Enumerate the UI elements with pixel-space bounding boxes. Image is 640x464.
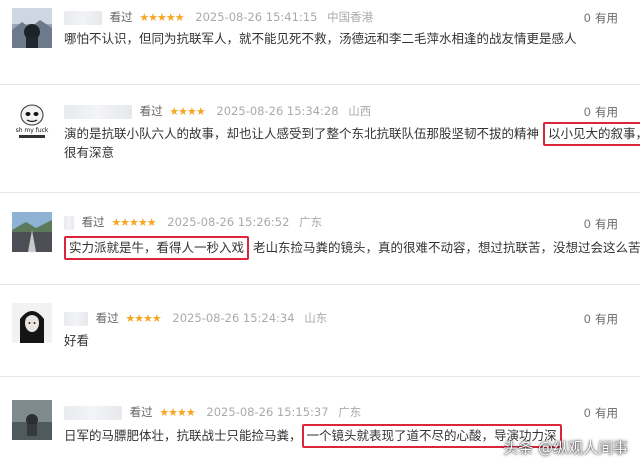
divider (0, 192, 640, 193)
review-text: 很有深意 (64, 142, 114, 164)
rating-stars: ★★★★ (125, 312, 161, 325)
review-time: 2025-08-26 15:34:28 (216, 104, 339, 118)
review-text-part: 日军的马膘肥体壮，抗联战士只能捡马粪， (64, 428, 302, 443)
review-text: 演的是抗联小队六人的故事，却也让人感受到了整个东北抗联队伍那股坚韧不拔的精神 以… (64, 122, 640, 146)
rating-stars: ★★★★ (169, 105, 205, 118)
helpful-button[interactable]: 0 有用 (584, 104, 618, 120)
avatar[interactable] (12, 400, 52, 440)
watched-label: 看过 (129, 405, 153, 419)
watched-label: 看过 (95, 311, 119, 325)
review-location: 山东 (304, 311, 328, 325)
review-text: 日军的马膘肥体壮，抗联战士只能捡马粪， 一个镜头就表现了道不尽的心酸，导演功力深 (64, 424, 562, 448)
review-location: 山西 (348, 104, 372, 118)
review-location: 广东 (338, 405, 362, 419)
watched-label: 看过 (139, 104, 163, 118)
watermark: 头条 @纵观人间事 (503, 439, 628, 457)
rating-stars: ★★★★★ (139, 11, 184, 24)
username[interactable] (64, 405, 122, 420)
divider (0, 84, 640, 85)
username[interactable] (64, 215, 74, 230)
watched-label: 看过 (81, 215, 105, 229)
rating-stars: ★★★★★ (111, 216, 156, 229)
helpful-label: 有用 (595, 217, 618, 231)
divider (0, 376, 640, 377)
avatar[interactable] (12, 8, 52, 48)
helpful-count: 0 (583, 406, 591, 420)
review-meta: 看过 ★★★★ 2025-08-26 15:34:28 山西 (64, 103, 371, 119)
helpful-button[interactable]: 0 有用 (584, 10, 618, 26)
helpful-count: 0 (583, 312, 591, 326)
helpful-label: 有用 (595, 406, 618, 420)
helpful-count: 0 (583, 11, 591, 25)
helpful-button[interactable]: 0 有用 (584, 405, 618, 421)
avatar[interactable] (12, 303, 52, 343)
avatar[interactable] (12, 212, 52, 252)
username[interactable] (64, 311, 88, 326)
review-location: 中国香港 (327, 10, 374, 24)
review-time: 2025-08-26 15:24:34 (172, 311, 295, 325)
watched-label: 看过 (109, 10, 133, 24)
avatar[interactable]: sh my fuck (12, 101, 52, 141)
review-text-part: 哪怕不认识，但同为抗联军人，就不能见死不救，汤德远和李二毛萍水相逢的战友情更是感… (64, 31, 577, 46)
helpful-count: 0 (583, 217, 591, 231)
username[interactable] (64, 10, 102, 25)
helpful-count: 0 (583, 105, 591, 119)
username[interactable] (64, 104, 132, 119)
review-time: 2025-08-26 15:15:37 (206, 405, 329, 419)
review-text: 好看 (64, 330, 89, 352)
review-time: 2025-08-26 15:41:15 (195, 10, 318, 24)
review-meta: 看过 ★★★★★ 2025-08-26 15:41:15 中国香港 (64, 9, 373, 25)
avatar-caption: sh my fuck (16, 127, 49, 134)
helpful-label: 有用 (595, 11, 618, 25)
review-text-part: 老山东捡马粪的镜头，真的很难不动容，想过抗联苦，没想过会这么苦 (253, 240, 640, 255)
review-text: 实力派就是牛，看得人一秒入戏 老山东捡马粪的镜头，真的很难不动容，想过抗联苦，没… (64, 236, 640, 260)
review-location: 广东 (299, 215, 323, 229)
review-meta: 看过 ★★★★★ 2025-08-26 15:26:52 广东 (64, 214, 322, 230)
review-time: 2025-08-26 15:26:52 (167, 215, 290, 229)
helpful-label: 有用 (595, 105, 618, 119)
highlight-box: 以小见大的叙事， (543, 122, 640, 146)
review-text-part: 演的是抗联小队六人的故事，却也让人感受到了整个东北抗联队伍那股坚韧不拔的精神 (64, 126, 540, 141)
helpful-label: 有用 (595, 312, 618, 326)
highlight-box: 实力派就是牛，看得人一秒入戏 (64, 236, 250, 260)
review-text-part: 好看 (64, 333, 90, 348)
review-meta: 看过 ★★★★ 2025-08-26 15:15:37 广东 (64, 404, 361, 420)
rating-stars: ★★★★ (159, 406, 195, 419)
helpful-button[interactable]: 0 有用 (584, 311, 618, 327)
review-text: 哪怕不认识，但同为抗联军人，就不能见死不救，汤德远和李二毛萍水相逢的战友情更是感… (64, 28, 577, 50)
divider (0, 284, 640, 285)
helpful-button[interactable]: 0 有用 (584, 216, 618, 232)
review-meta: 看过 ★★★★ 2025-08-26 15:24:34 山东 (64, 310, 327, 326)
review-text-part: 很有深意 (64, 145, 115, 160)
